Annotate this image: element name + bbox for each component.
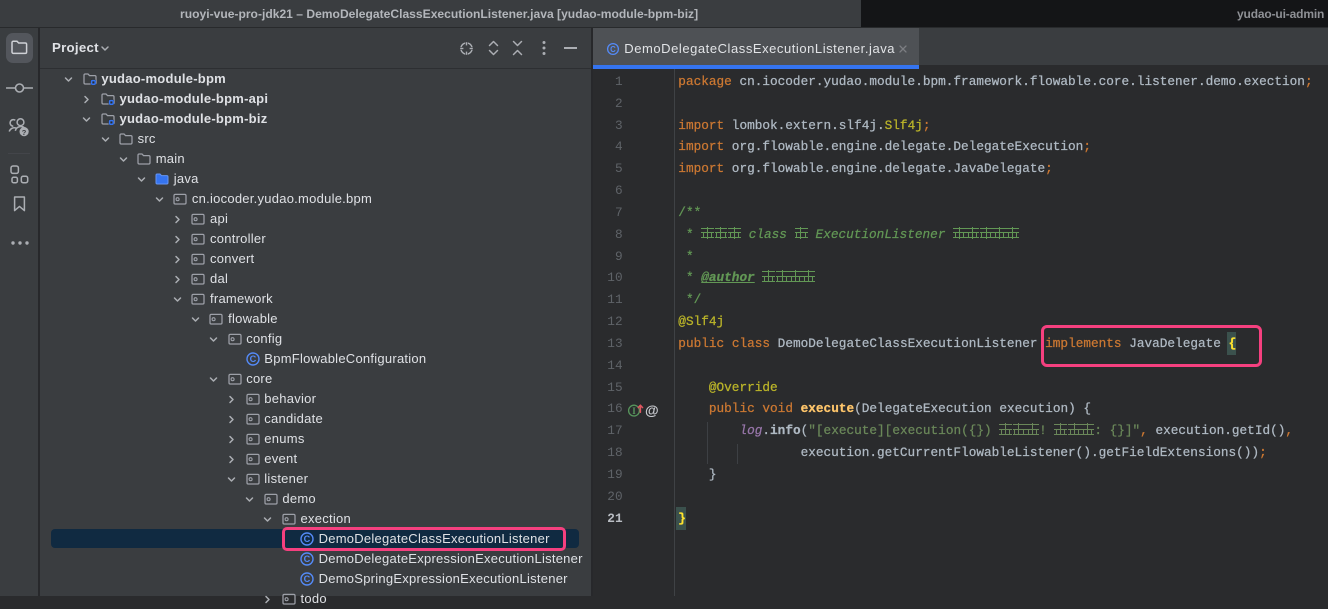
svg-text:I: I [632, 406, 636, 416]
svg-text:C: C [304, 554, 311, 564]
svg-text:?: ? [22, 128, 27, 137]
svg-text:C: C [249, 354, 256, 364]
svg-text:C: C [610, 44, 616, 53]
svg-text:C: C [304, 574, 311, 584]
